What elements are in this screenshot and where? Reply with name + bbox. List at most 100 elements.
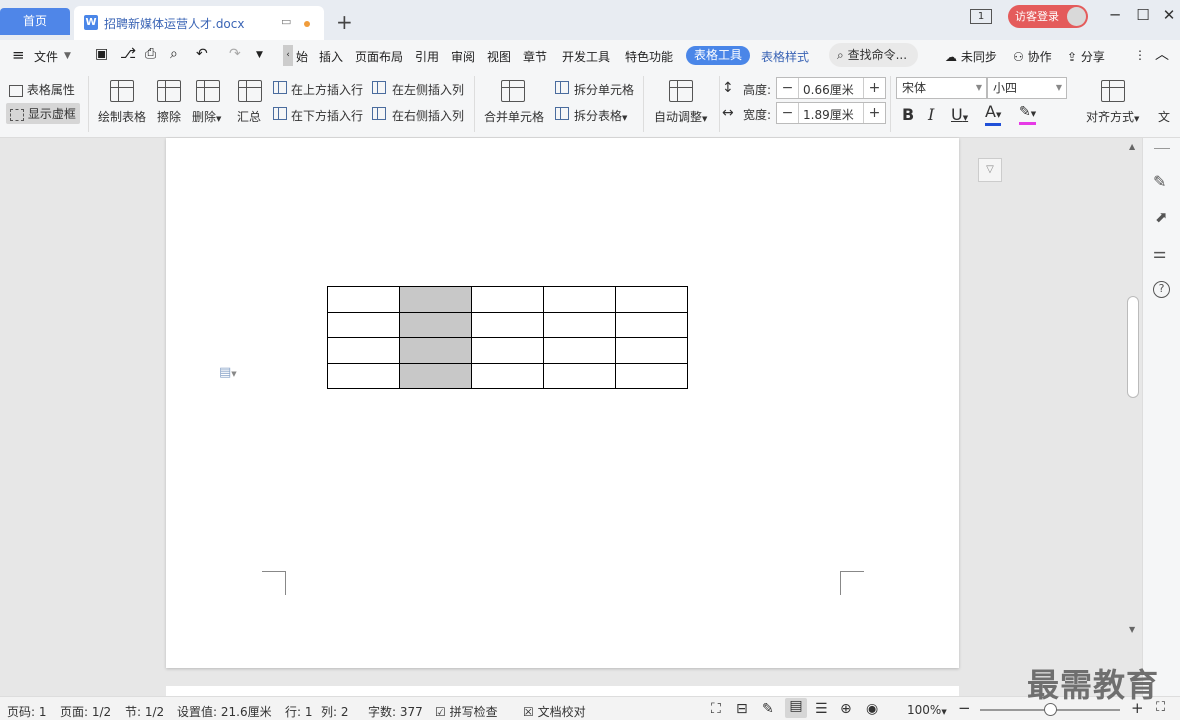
command-search[interactable]: ⌕ 查找命令...	[829, 43, 918, 67]
redo-icon[interactable]: ↷	[229, 46, 241, 62]
settings-sliders-icon[interactable]: ⚌	[1153, 244, 1166, 262]
table-cell[interactable]	[471, 362, 544, 389]
menu-item-view[interactable]: 视图	[487, 48, 511, 65]
undo-icon[interactable]: ↶	[196, 46, 208, 62]
table-cell[interactable]	[615, 286, 688, 313]
menu-item-reference[interactable]: 引用	[415, 48, 439, 65]
summary-button[interactable]: 汇总	[237, 108, 261, 125]
cursor-icon[interactable]: ⬈	[1155, 208, 1168, 226]
help-icon[interactable]: ?	[1153, 281, 1170, 298]
menu-item-devtools[interactable]: 开发工具	[562, 48, 610, 65]
tab-document[interactable]: W 招聘新媒体运营人才.docx ▭	[74, 6, 324, 40]
table-cell[interactable]	[615, 311, 688, 338]
height-spinbox[interactable]: − 0.66厘米 +	[776, 77, 886, 99]
table-cell-selected[interactable]	[399, 286, 472, 313]
paste-options-icon[interactable]: ▤▼	[219, 365, 237, 380]
font-family-select[interactable]: 宋体 ▼	[896, 77, 987, 99]
sync-button[interactable]: ☁ 未同步	[945, 48, 997, 65]
auto-fit-button[interactable]: 自动调整▼	[654, 108, 707, 125]
outline-view-icon[interactable]: ☰	[815, 701, 828, 717]
more-menu-icon[interactable]: ⋮	[1134, 48, 1146, 62]
table-cell[interactable]	[543, 311, 616, 338]
width-spinbox[interactable]: − 1.89厘米 +	[776, 102, 886, 124]
table-props-button[interactable]: 表格属性	[9, 81, 75, 98]
scrollbar-thumb[interactable]	[1127, 296, 1139, 398]
highlight-button[interactable]: ✎▼	[1019, 104, 1037, 125]
tab-home[interactable]: 首页	[0, 8, 70, 35]
table-cell[interactable]	[327, 337, 400, 364]
underline-button[interactable]: U▼	[951, 105, 968, 124]
width-decrease-button[interactable]: −	[777, 103, 799, 123]
split-cells-button[interactable]: 拆分单元格	[574, 81, 634, 98]
menu-item-insert[interactable]: 插入	[319, 48, 343, 65]
font-color-button[interactable]: A▼	[985, 104, 1002, 126]
menu-item-start[interactable]: 始	[296, 48, 308, 65]
scroll-down-icon[interactable]: ▼	[1129, 625, 1135, 634]
table-cell[interactable]	[543, 362, 616, 389]
bold-button[interactable]: B	[902, 105, 914, 124]
zoom-out-icon[interactable]: −	[958, 699, 971, 717]
maximize-icon[interactable]: ☐	[1131, 6, 1155, 24]
new-tab-button[interactable]: +	[336, 10, 353, 34]
status-setting[interactable]: 设置值: 21.6厘米	[177, 703, 272, 720]
table-cell-selected[interactable]	[399, 311, 472, 338]
web-view-icon[interactable]: ⊕	[840, 701, 852, 717]
table-cell[interactable]	[543, 286, 616, 313]
read-mode-icon[interactable]: ⊟	[736, 701, 748, 717]
close-icon[interactable]: ✕	[1157, 6, 1180, 24]
height-increase-button[interactable]: +	[863, 78, 885, 98]
page-count-icon[interactable]: 1	[970, 9, 992, 24]
login-button[interactable]: 访客登录	[1008, 5, 1088, 28]
table-cell[interactable]	[327, 362, 400, 389]
show-grid-button[interactable]: 显示虚框	[6, 103, 80, 124]
table-cell-selected[interactable]	[399, 337, 472, 364]
monitor-icon[interactable]: ▭	[281, 15, 291, 28]
tab-table-tools[interactable]: 表格工具	[686, 46, 751, 65]
split-table-button[interactable]: 拆分表格▼	[574, 107, 627, 124]
merge-cells-button[interactable]: 合并单元格	[484, 108, 544, 125]
table-cell[interactable]	[471, 311, 544, 338]
more-down-icon[interactable]: ▼	[256, 50, 263, 60]
menu-item-layout[interactable]: 页面布局	[355, 48, 403, 65]
menu-item-chapter[interactable]: 章节	[523, 48, 547, 65]
width-increase-button[interactable]: +	[863, 103, 885, 123]
collapse-ribbon-icon[interactable]: ︿	[1155, 44, 1169, 64]
collab-button[interactable]: ⚇ 协作	[1013, 48, 1052, 65]
menu-item-review[interactable]: 审阅	[451, 48, 475, 65]
hamburger-icon[interactable]: ≡	[12, 46, 25, 64]
insert-above-button[interactable]: 在上方插入行	[291, 81, 363, 98]
draw-table-button[interactable]: 绘制表格	[98, 108, 146, 125]
italic-button[interactable]: I	[928, 105, 934, 124]
share-button[interactable]: ⇪ 分享	[1067, 48, 1105, 65]
height-decrease-button[interactable]: −	[777, 78, 799, 98]
table-cell[interactable]	[615, 362, 688, 389]
erase-button[interactable]: 擦除	[157, 108, 181, 125]
insert-left-button[interactable]: 在左侧插入列	[392, 81, 464, 98]
format-painter-icon[interactable]: ⎇	[120, 46, 136, 62]
table-cell[interactable]	[471, 337, 544, 364]
table-cell[interactable]	[327, 286, 400, 313]
tab-table-style[interactable]: 表格样式	[761, 48, 809, 65]
spell-check-button[interactable]: ☑ 拼写检查	[435, 703, 498, 720]
table-cell[interactable]	[543, 337, 616, 364]
eye-care-icon[interactable]: ◉	[866, 701, 878, 717]
filter-icon[interactable]: ▽	[978, 158, 1002, 182]
status-section[interactable]: 节: 1/2	[125, 703, 164, 720]
save-icon[interactable]: ▣	[95, 46, 108, 62]
text-direction-button[interactable]: 文	[1158, 108, 1170, 125]
scroll-left-icon[interactable]: ‹	[283, 45, 293, 66]
insert-below-button[interactable]: 在下方插入行	[291, 107, 363, 124]
document-table[interactable]	[327, 286, 688, 389]
scroll-up-icon[interactable]: ▲	[1129, 142, 1135, 151]
pen-icon[interactable]: ✎	[1153, 172, 1166, 191]
status-pages[interactable]: 页面: 1/2	[60, 703, 111, 720]
table-cell[interactable]	[327, 311, 400, 338]
font-size-select[interactable]: 小四 ▼	[987, 77, 1067, 99]
zoom-level[interactable]: 100%▼	[907, 703, 947, 717]
vertical-scrollbar[interactable]	[1125, 140, 1140, 660]
table-cell[interactable]	[471, 286, 544, 313]
table-cell-selected[interactable]	[399, 362, 472, 389]
print-icon[interactable]: ⎙	[145, 46, 156, 62]
minimize-icon[interactable]: ─	[1103, 6, 1127, 24]
menu-file[interactable]: 文件	[34, 48, 58, 65]
